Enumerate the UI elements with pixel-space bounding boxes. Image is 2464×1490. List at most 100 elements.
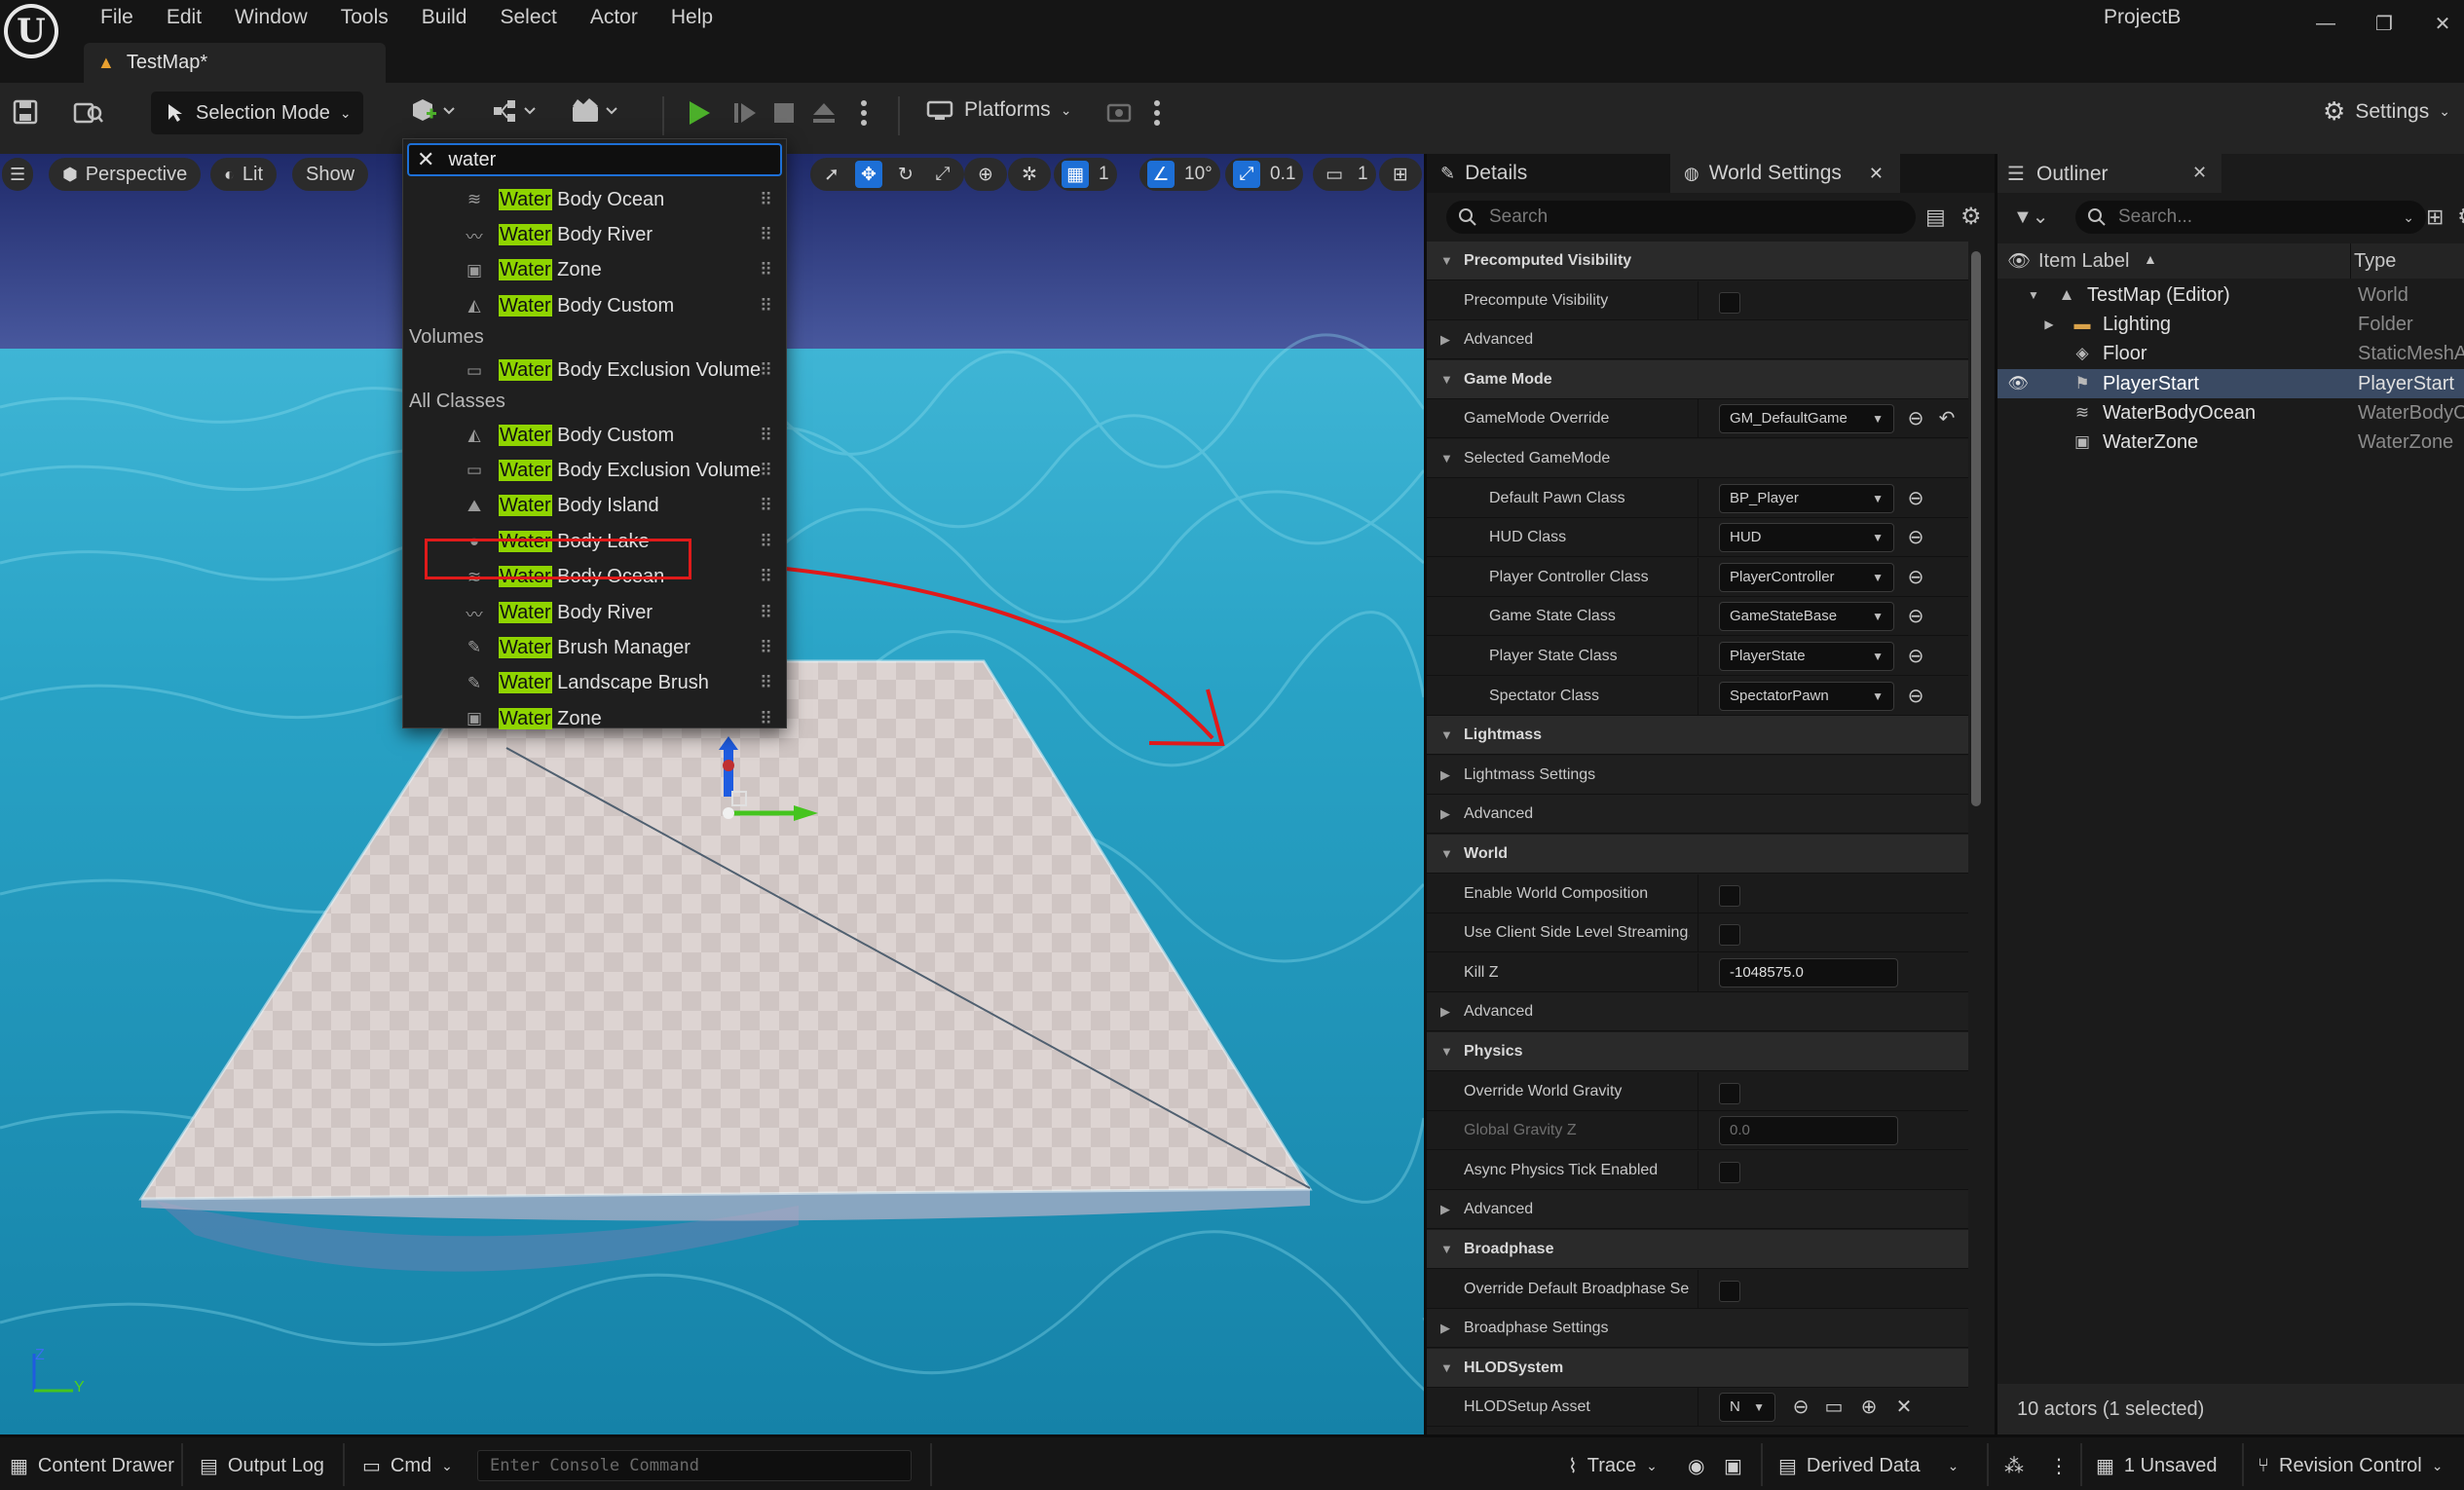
level-tab[interactable]: ▲ TestMap*: [84, 43, 386, 83]
actor-list-item[interactable]: ▣ Water Zone ⠿: [403, 701, 786, 736]
tab-details[interactable]: ✎ Details: [1427, 154, 1670, 193]
drag-handle-icon[interactable]: ⠿: [760, 296, 772, 317]
property-combo[interactable]: GM_DefaultGame ▼: [1719, 404, 1894, 434]
unsaved-button[interactable]: ▦ 1 Unsaved: [2096, 1447, 2218, 1484]
menu-file[interactable]: File: [84, 3, 150, 32]
property-checkbox[interactable]: [1719, 884, 1740, 907]
property-row[interactable]: ▶ Advanced: [1427, 795, 1968, 835]
drag-handle-icon[interactable]: ⠿: [760, 225, 772, 245]
property-category[interactable]: ▼ Physics: [1427, 1032, 1968, 1071]
menu-tools[interactable]: Tools: [324, 3, 405, 32]
tab-world-settings[interactable]: ◍ World Settings ✕: [1670, 154, 1900, 193]
tab-outliner[interactable]: ☰ Outliner ✕: [1997, 154, 2221, 193]
browse-to-asset-icon[interactable]: ⊖: [1789, 1396, 1812, 1419]
cinematics-icon[interactable]: [570, 96, 624, 126]
content-drawer-button[interactable]: ▦ Content Drawer: [10, 1447, 174, 1484]
outliner-search-input[interactable]: Search...: [2118, 206, 2192, 228]
outliner-row[interactable]: ◈ Floor StaticMeshA: [1997, 339, 2464, 368]
outliner-row[interactable]: ▼ ▲ TestMap (Editor) World: [1997, 280, 2464, 310]
lit-button[interactable]: ◐ Lit: [210, 158, 277, 191]
actor-search-input[interactable]: water: [448, 149, 496, 171]
more-options-icon[interactable]: [1152, 98, 1162, 128]
package-icon[interactable]: [1105, 99, 1137, 127]
table-view-icon[interactable]: ▤: [1925, 205, 1946, 230]
close-tab-icon[interactable]: ✕: [1869, 164, 1884, 184]
actor-list-item[interactable]: 〰 Water Body River ⠿: [403, 595, 786, 630]
expander-open-icon[interactable]: ▼: [1440, 716, 1453, 755]
details-search-input[interactable]: Search: [1489, 206, 1548, 228]
property-combo[interactable]: PlayerController ▼: [1719, 562, 1894, 592]
expander-closed-icon[interactable]: ▶: [1440, 1190, 1450, 1229]
property-combo[interactable]: BP_Player ▼: [1719, 483, 1894, 513]
drag-handle-icon[interactable]: ⠿: [760, 260, 772, 280]
derived-data-dropdown[interactable]: ▤ Derived Data ⌄: [1778, 1447, 1959, 1484]
screenshot-icon[interactable]: ▣: [1724, 1447, 1742, 1484]
expander-open-icon[interactable]: ▼: [1440, 439, 1453, 478]
property-category[interactable]: ▼ Lightmass: [1427, 716, 1968, 756]
browse-icon[interactable]: [73, 98, 104, 126]
coordinate-space-icon[interactable]: ⊕: [964, 158, 1007, 191]
drag-handle-icon[interactable]: ⠿: [760, 360, 772, 381]
column-item-label[interactable]: Item Label: [2038, 250, 2129, 273]
actor-list-item[interactable]: ▭ Water Body Exclusion Volume ⠿: [403, 354, 786, 389]
drag-handle-icon[interactable]: ⠿: [760, 532, 772, 552]
blueprints-icon[interactable]: [492, 96, 542, 126]
property-checkbox[interactable]: [1719, 1082, 1740, 1104]
expander-open-icon[interactable]: ▼: [2023, 284, 2044, 306]
camera-speed-group[interactable]: ▭ 1: [1313, 158, 1376, 191]
actor-list-item[interactable]: 〰 Water Body River ⠿: [403, 217, 786, 252]
browse-to-asset-icon[interactable]: ⊖: [1904, 526, 1927, 549]
save-icon[interactable]: [12, 98, 39, 126]
outliner-row[interactable]: 👁 ⚑ PlayerStart PlayerStart: [1997, 368, 2464, 398]
property-checkbox[interactable]: [1719, 291, 1740, 314]
viewport-menu-button[interactable]: ☰: [2, 158, 34, 191]
drag-handle-icon[interactable]: ⠿: [760, 426, 772, 446]
details-search-box[interactable]: Search: [1446, 201, 1916, 234]
record-icon[interactable]: ◉: [1688, 1447, 1704, 1484]
revision-control-dropdown[interactable]: ⑂ Revision Control ⌄: [2258, 1447, 2443, 1484]
property-row[interactable]: ▼ Selected GameMode: [1427, 439, 1968, 478]
actor-list-item[interactable]: ◭ Water Body Custom ⠿: [403, 288, 786, 323]
property-checkbox[interactable]: [1719, 1280, 1740, 1302]
chevron-down-icon[interactable]: ⌄: [2403, 209, 2414, 226]
expander-open-icon[interactable]: ▼: [1440, 1349, 1453, 1388]
rotation-snap-group[interactable]: ∠ 10°: [1139, 158, 1220, 191]
property-checkbox[interactable]: [1719, 924, 1740, 947]
expander-closed-icon[interactable]: ▶: [1440, 1309, 1450, 1348]
property-row[interactable]: ▶ Advanced: [1427, 992, 1968, 1032]
close-window-icon[interactable]: ✕: [2413, 4, 2464, 43]
menu-help[interactable]: Help: [654, 3, 729, 32]
actor-list-item[interactable]: ✎ Water Brush Manager ⠿: [403, 630, 786, 665]
viewport-layout-icon[interactable]: ⊞: [1379, 158, 1422, 191]
property-category[interactable]: ▼ Precomputed Visibility: [1427, 242, 1968, 280]
select-tool-icon[interactable]: ➚: [818, 161, 845, 188]
outliner-row[interactable]: ▶ ▬ Lighting Folder: [1997, 310, 2464, 339]
menu-window[interactable]: Window: [218, 3, 324, 32]
menu-select[interactable]: Select: [483, 3, 573, 32]
property-category[interactable]: ▼ World: [1427, 835, 1968, 874]
expander-open-icon[interactable]: ▼: [1440, 1032, 1453, 1071]
actor-list-item[interactable]: ▣ Water Zone ⠿: [403, 253, 786, 288]
expander-closed-icon[interactable]: ▶: [1440, 756, 1450, 795]
property-category[interactable]: ▼ HLODSystem: [1427, 1348, 1968, 1388]
actor-list-item[interactable]: ⛰ Water Body Island ⠿: [403, 489, 786, 524]
visibility-icon[interactable]: 👁: [2007, 373, 2029, 394]
rotate-tool-icon[interactable]: ↻: [892, 161, 919, 188]
asset-picker[interactable]: N ▼: [1719, 1393, 1775, 1423]
play-icon[interactable]: [685, 98, 714, 128]
expander-closed-icon[interactable]: ▶: [2038, 314, 2060, 335]
show-button[interactable]: Show: [292, 158, 369, 191]
outliner-search-box[interactable]: Search... ⌄: [2075, 201, 2426, 234]
add-folder-icon[interactable]: ⊞: [2426, 205, 2444, 230]
actor-list-item[interactable]: ✎ Water Landscape Brush ⠿: [403, 666, 786, 701]
perspective-button[interactable]: ⬢ Perspective: [49, 158, 202, 191]
drag-handle-icon[interactable]: ⠿: [760, 190, 772, 210]
drag-handle-icon[interactable]: ⠿: [760, 603, 772, 623]
property-combo[interactable]: SpectatorPawn ▼: [1719, 681, 1894, 711]
clear-icon[interactable]: ✕: [1892, 1396, 1916, 1419]
drag-handle-icon[interactable]: ⠿: [760, 638, 772, 658]
surface-snap-icon[interactable]: ✲: [1008, 158, 1051, 191]
browse-to-asset-icon[interactable]: ⊖: [1904, 487, 1927, 510]
expander-open-icon[interactable]: ▼: [1440, 835, 1453, 874]
menu-actor[interactable]: Actor: [574, 3, 654, 32]
